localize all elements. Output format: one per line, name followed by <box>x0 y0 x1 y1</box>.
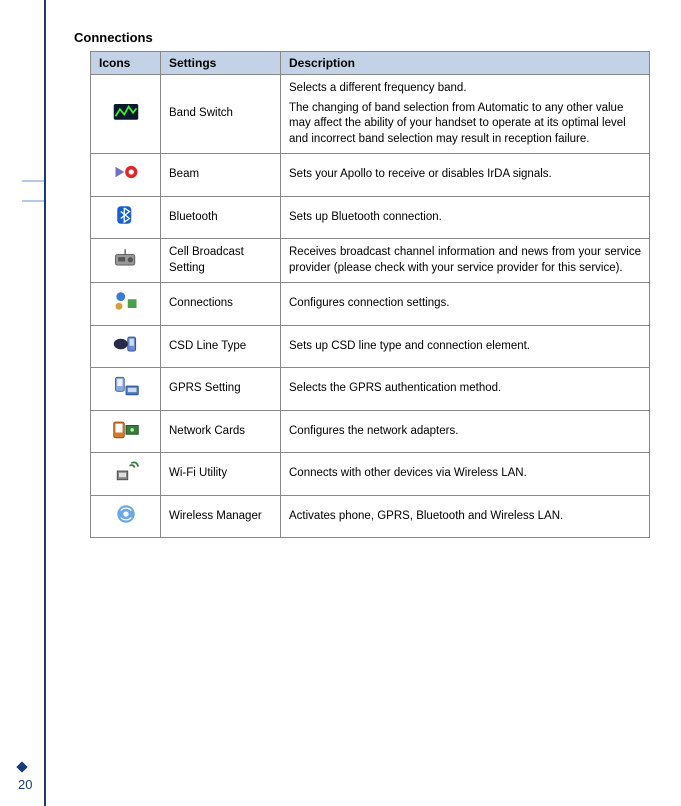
table-row: Wireless Manager Activates phone, GPRS, B… <box>91 495 650 538</box>
description-text: Configures connection settings. <box>289 296 641 312</box>
band-switch-icon <box>91 75 161 154</box>
table-row: CSD Line Type Sets up CSD line type and c… <box>91 325 650 368</box>
network-cards-icon <box>91 410 161 453</box>
description-text: Connects with other devices via Wireless… <box>289 466 641 482</box>
setting-cell: Beam <box>161 154 281 197</box>
wifi-utility-icon <box>91 453 161 496</box>
setting-cell: CSD Line Type <box>161 325 281 368</box>
description-cell: Sets up CSD line type and connection ele… <box>281 325 650 368</box>
page-number: 20 <box>18 777 32 792</box>
description-cell: Sets up Bluetooth connection. <box>281 196 650 239</box>
setting-cell: Wi-Fi Utility <box>161 453 281 496</box>
table-row: Connections Configures connection setting… <box>91 283 650 326</box>
description-cell: Sets your Apollo to receive or disables … <box>281 154 650 197</box>
setting-cell: Band Switch <box>161 75 281 154</box>
description-text: Sets up Bluetooth connection. <box>289 210 641 226</box>
description-cell: Selects the GPRS authentication method. <box>281 368 650 411</box>
description-text: Configures the network adapters. <box>289 424 641 440</box>
header-settings: Settings <box>161 52 281 75</box>
description-text: The changing of band selection from Auto… <box>289 101 641 148</box>
description-text: Activates phone, GPRS, Bluetooth and Wir… <box>289 509 641 525</box>
description-text: Receives broadcast channel information a… <box>289 245 641 276</box>
description-text: Selects a different frequency band. <box>289 81 641 97</box>
csd-line-icon <box>91 325 161 368</box>
setting-cell: Network Cards <box>161 410 281 453</box>
connections-table: Icons Settings Description Band SwitchSe… <box>90 51 650 538</box>
description-cell: Receives broadcast channel information a… <box>281 239 650 283</box>
table-row: Beam Sets your Apollo to receive or disab… <box>91 154 650 197</box>
description-cell: Connects with other devices via Wireless… <box>281 453 650 496</box>
cell-broadcast-icon <box>91 239 161 283</box>
description-text: Selects the GPRS authentication method. <box>289 381 641 397</box>
description-cell: Configures connection settings. <box>281 283 650 326</box>
gprs-icon <box>91 368 161 411</box>
setting-cell: GPRS Setting <box>161 368 281 411</box>
description-text: Sets up CSD line type and connection ele… <box>289 339 641 355</box>
table-row: Wi-Fi Utility Connects with other devices… <box>91 453 650 496</box>
header-icons: Icons <box>91 52 161 75</box>
setting-cell: Wireless Manager <box>161 495 281 538</box>
table-header-row: Icons Settings Description <box>91 52 650 75</box>
connections-icon <box>91 283 161 326</box>
setting-cell: Bluetooth <box>161 196 281 239</box>
description-cell: Selects a different frequency band. The c… <box>281 75 650 154</box>
description-cell: Configures the network adapters. <box>281 410 650 453</box>
description-text: Sets your Apollo to receive or disables … <box>289 167 641 183</box>
left-margin-rule <box>44 0 46 806</box>
table-row: Bluetooth Sets up Bluetooth connection. <box>91 196 650 239</box>
table-row: GPRS Setting Selects the GPRS authenticat… <box>91 368 650 411</box>
table-row: Cell Broadcast Setting Receives broadcast… <box>91 239 650 283</box>
page-content: Connections Icons Settings Description B… <box>74 30 664 538</box>
setting-cell: Cell Broadcast Setting <box>161 239 281 283</box>
wireless-manager-icon <box>91 495 161 538</box>
header-description: Description <box>281 52 650 75</box>
setting-cell: Connections <box>161 283 281 326</box>
bluetooth-icon <box>91 196 161 239</box>
section-title: Connections <box>74 30 664 45</box>
beam-icon <box>91 154 161 197</box>
table-row: Band SwitchSelects a different frequency… <box>91 75 650 154</box>
description-cell: Activates phone, GPRS, Bluetooth and Wir… <box>281 495 650 538</box>
table-row: Network Cards Configures the network adap… <box>91 410 650 453</box>
